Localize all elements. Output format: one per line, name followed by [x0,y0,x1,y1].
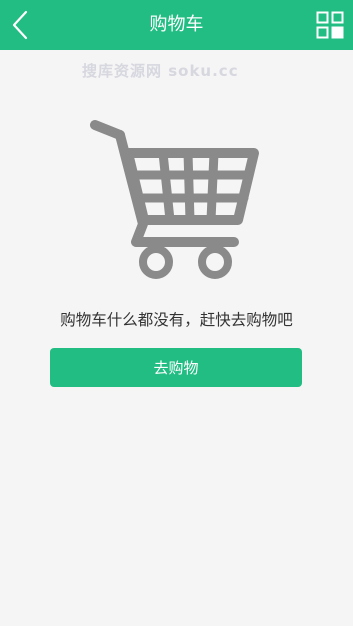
watermark: 搜库资源网 soku.cc [82,62,239,80]
page-title: 购物车 [149,14,204,35]
empty-cart-illustration [88,116,264,282]
grid-menu-icon [316,11,344,39]
shopping-cart-icon [90,120,259,279]
go-shopping-button[interactable]: 去购物 [50,348,302,387]
menu-button[interactable] [315,10,345,40]
app-header: 购物车 [0,0,353,50]
back-button[interactable] [0,0,40,50]
chevron-left-icon [12,10,28,40]
empty-cart-message: 购物车什么都没有，赶快去购物吧 [60,311,293,329]
